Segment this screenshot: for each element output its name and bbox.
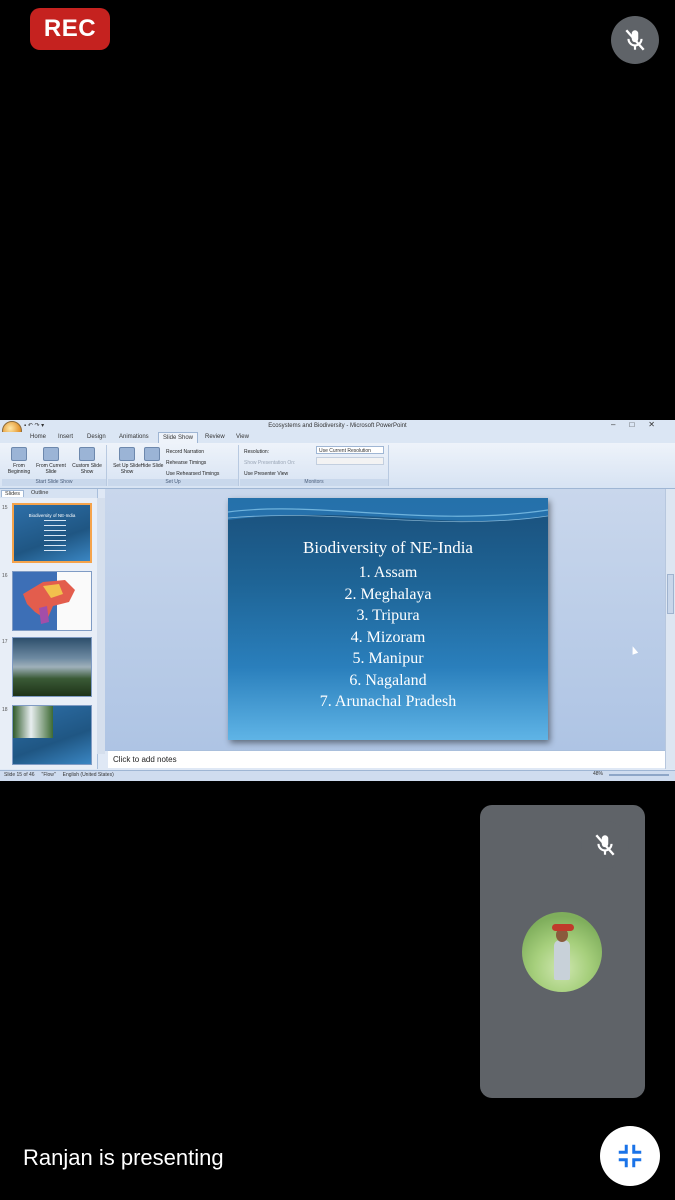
list-item: 6. Nagaland (349, 671, 427, 689)
window-titlebar: Ecosystems and Biodiversity - Microsoft … (0, 420, 675, 432)
rehearse-timings-button[interactable]: Rehearse Timings (166, 460, 206, 466)
list-item: 2. Meghalaya (344, 585, 432, 603)
mute-indicator-button[interactable] (611, 16, 659, 64)
thumb-title: Biodiversity of NE-India (28, 513, 76, 518)
status-info: Slide 15 of 46 "Flow" English (United St… (4, 772, 114, 778)
group-set-up: Set Up Slide Show Hide Slide Record Narr… (108, 445, 239, 486)
list-item: 7. Arunachal Pradesh (319, 693, 457, 710)
group-label: Start Slide Show (2, 479, 106, 486)
tab-review[interactable]: Review (205, 434, 225, 440)
fullscreen-exit-icon (618, 1144, 642, 1168)
slide-thumbnail[interactable]: Biodiversity of NE-India (12, 503, 92, 563)
status-bar: Slide 15 of 46 "Flow" English (United St… (0, 770, 675, 781)
from-current-slide-button[interactable]: From Current Slide (36, 447, 66, 475)
thumb-number: 18 (2, 707, 8, 713)
recording-badge: REC (30, 8, 110, 50)
slide-thumbnail[interactable] (12, 705, 92, 765)
tab-slide-show[interactable]: Slide Show (158, 432, 199, 443)
record-narration-button[interactable]: Record Narration (166, 449, 204, 455)
panel-tabs: Slides Outline (0, 489, 97, 498)
thumb-number: 17 (2, 639, 8, 645)
group-start-slide-show: From Beginning From Current Slide Custom… (2, 445, 107, 486)
exit-fullscreen-button[interactable] (600, 1126, 660, 1186)
window-title: Ecosystems and Biodiversity - Microsoft … (268, 423, 407, 429)
notes-pane[interactable]: Click to add notes (108, 750, 665, 768)
list-item: 5. Manipur (352, 650, 424, 667)
slide-title: Biodiversity of NE-India (303, 538, 473, 557)
list-item: 4. Mizoram (350, 628, 426, 646)
current-slide: Biodiversity of NE-India 1. Assam 2. Meg… (228, 498, 548, 740)
thumb-number: 16 (2, 573, 8, 579)
custom-slide-show-button[interactable]: Custom Slide Show (72, 447, 102, 475)
mic-off-icon (625, 29, 645, 51)
tab-animations[interactable]: Animations (119, 434, 149, 440)
group-label: Set Up (108, 479, 238, 486)
tab-view[interactable]: View (236, 434, 249, 440)
participant-mute-indicator (581, 821, 629, 869)
use-rehearsed-timings-checkbox[interactable]: Use Rehearsed Timings (166, 471, 219, 477)
quick-access-toolbar[interactable]: ▪ ↶ ↷ ▾ (24, 422, 44, 429)
show-presentation-on-label: Show Presentation On: (244, 460, 296, 466)
zoom-level[interactable]: 48% (593, 771, 603, 777)
tab-home[interactable]: Home (30, 434, 46, 440)
landscape-photo (13, 638, 91, 696)
presenter-view-checkbox[interactable]: Use Presenter View (244, 471, 288, 477)
resolution-label: Resolution: (244, 449, 270, 455)
splitter[interactable] (97, 498, 105, 754)
tab-outline[interactable]: Outline (28, 490, 51, 496)
waterfall-photo (13, 706, 53, 738)
list-item: 3. Tripura (356, 607, 420, 624)
tab-insert[interactable]: Insert (58, 434, 73, 440)
show-on-select[interactable] (316, 457, 384, 465)
tab-design[interactable]: Design (87, 434, 106, 440)
tab-slides[interactable]: Slides (1, 490, 24, 497)
list-item: 1. Assam (358, 564, 418, 581)
resolution-select[interactable]: Use Current Resolution (316, 446, 384, 454)
slide-thumbnail[interactable] (12, 571, 92, 631)
vertical-scrollbar[interactable] (665, 489, 675, 769)
zoom-slider[interactable] (609, 774, 669, 776)
set-up-slide-show-button[interactable]: Set Up Slide Show (112, 447, 142, 475)
state-list: 1. Assam 2. Meghalaya 3. Tripura 4. Mizo… (228, 562, 548, 713)
hide-slide-button[interactable]: Hide Slide (140, 447, 164, 469)
thumb-number: 15 (2, 505, 8, 511)
from-beginning-button[interactable]: From Beginning (4, 447, 34, 475)
map-image (13, 572, 91, 630)
slide-thumbnail[interactable] (12, 637, 92, 697)
group-label: Monitors (240, 479, 388, 486)
slides-panel: Slides Outline 15 Biodiversity of NE-Ind… (0, 489, 98, 769)
window-controls[interactable]: –□✕ (611, 420, 669, 429)
mic-off-icon (595, 834, 615, 856)
presenting-label: Ranjan is presenting (23, 1145, 224, 1170)
ribbon-tabs: Home Insert Design Animations Slide Show… (0, 432, 675, 443)
avatar (522, 912, 602, 992)
